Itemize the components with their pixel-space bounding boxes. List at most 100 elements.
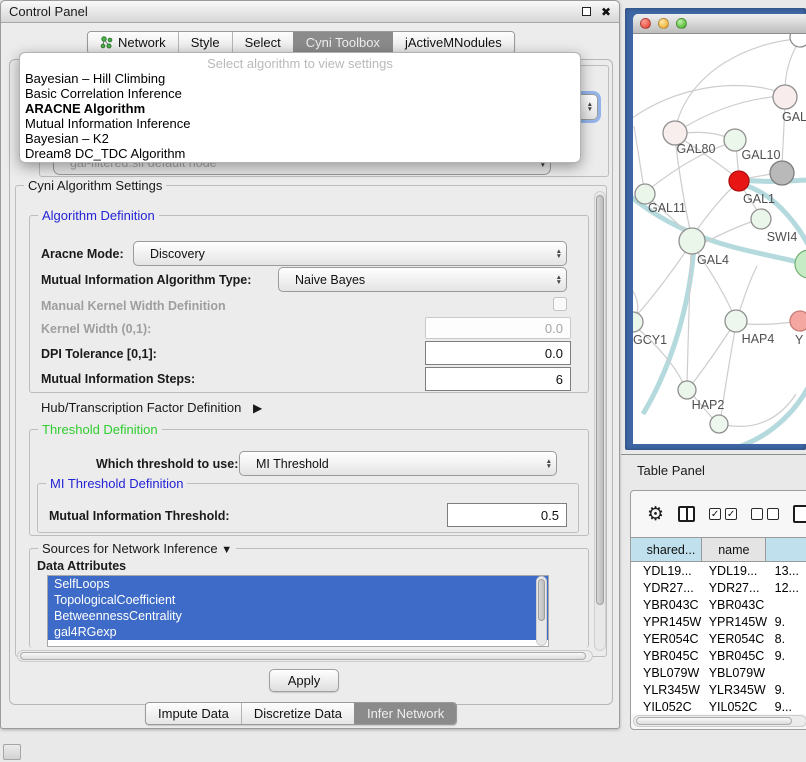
network-edge[interactable] xyxy=(725,394,796,426)
network-node[interactable] xyxy=(790,34,806,47)
table-horizontal-scrollbar[interactable] xyxy=(633,715,806,727)
tab-impute-data[interactable]: Impute Data xyxy=(146,703,241,724)
attribute-list-item[interactable]: gal4RGexp xyxy=(48,624,548,640)
network-node-hap4[interactable] xyxy=(725,310,747,332)
table-row[interactable]: YLR345WYLR345W9. xyxy=(631,681,806,698)
tab-infer-network[interactable]: Infer Network xyxy=(354,703,456,724)
network-edge[interactable] xyxy=(745,322,792,324)
network-edge[interactable] xyxy=(739,266,757,313)
table-row[interactable]: YBL079WYBL079W xyxy=(631,664,806,681)
network-edge[interactable] xyxy=(636,248,688,316)
cyni-settings-title: Cyni Algorithm Settings xyxy=(24,178,166,193)
attribute-list-item[interactable]: SelfLoops xyxy=(48,576,548,592)
network-node-gal1[interactable] xyxy=(729,171,749,191)
attribute-list-item[interactable]: BetweennessCentrality xyxy=(48,608,548,624)
zoom-traffic-light-icon[interactable] xyxy=(676,18,687,29)
dpi-tolerance-field[interactable]: 0.0 xyxy=(425,341,571,365)
network-node-gcy1[interactable] xyxy=(633,312,643,332)
network-edge[interactable] xyxy=(694,186,734,234)
table-row[interactable]: YPR145WYPR145W9. xyxy=(631,613,806,630)
data-attributes-list[interactable]: SelfLoopsTopologicalCoefficientBetweenne… xyxy=(47,575,549,647)
hub-definition-expander[interactable]: Hub/Transcription Factor Definition ▶ xyxy=(41,400,262,415)
tab-cyni-toolbox[interactable]: Cyni Toolbox xyxy=(293,32,392,53)
table-row[interactable]: YIL052CYIL052C9... xyxy=(631,698,806,714)
apply-button[interactable]: Apply xyxy=(269,669,339,692)
network-node-hap2[interactable] xyxy=(678,381,696,399)
network-edge[interactable] xyxy=(633,85,779,122)
network-node-gal4[interactable] xyxy=(679,228,705,254)
aracne-mode-combobox[interactable]: Discovery ▲▼ xyxy=(133,241,567,266)
mi-threshold-field[interactable]: 0.5 xyxy=(447,503,567,527)
checked-checkbox-icon[interactable]: ✓ xyxy=(725,508,737,520)
split-view-icon[interactable] xyxy=(678,506,695,522)
network-node-label: GAL10 xyxy=(742,148,781,162)
page-icon[interactable] xyxy=(793,505,806,523)
algorithm-option[interactable]: Mutual Information Inference xyxy=(20,116,580,131)
unchecked-checkbox-icon[interactable] xyxy=(751,508,763,520)
tab-select[interactable]: Select xyxy=(232,32,293,53)
table-row[interactable]: YBR043CYBR043C xyxy=(631,596,806,613)
settings-scrollbar-thumb[interactable] xyxy=(596,195,604,605)
gear-icon[interactable]: ⚙ xyxy=(647,503,664,526)
minimize-traffic-light-icon[interactable] xyxy=(658,18,669,29)
table-row[interactable]: YDR27...YDR27...12... xyxy=(631,579,806,596)
tab-network[interactable]: Network xyxy=(88,32,178,53)
close-traffic-light-icon[interactable] xyxy=(640,18,651,29)
collapse-arrow-icon[interactable]: ▼ xyxy=(221,544,232,556)
float-window-icon[interactable] xyxy=(582,7,591,16)
control-panel-titlebar[interactable]: Control Panel ✖ xyxy=(1,1,619,23)
network-node-label: SWI4 xyxy=(767,230,798,244)
close-icon[interactable]: ✖ xyxy=(601,7,611,17)
attribute-list-item[interactable]: TopologicalCoefficient xyxy=(48,592,548,608)
mi-threshold-label: Mutual Information Threshold: xyxy=(49,509,230,523)
combo-stepper-icon: ▲▼ xyxy=(556,249,562,259)
column-header[interactable] xyxy=(766,538,806,561)
network-window-titlebar[interactable] xyxy=(633,14,806,34)
table-body: YDL19...YDL19...13...YDR27...YDR27...12.… xyxy=(631,562,806,714)
algorithm-option[interactable]: Basic Correlation Inference xyxy=(20,86,580,101)
table-row[interactable]: YBR045CYBR045C9. xyxy=(631,647,806,664)
network-node[interactable] xyxy=(795,250,806,278)
table-cell: 13... xyxy=(767,562,806,579)
network-edge[interactable] xyxy=(678,96,782,131)
algorithm-option[interactable]: Dream8 DC_TDC Algorithm xyxy=(20,146,580,161)
column-header[interactable]: name xyxy=(702,538,766,561)
network-node[interactable] xyxy=(710,415,728,433)
which-threshold-combobox[interactable]: MI Threshold ▲▼ xyxy=(239,451,557,476)
network-canvas[interactable]: GALGAL80GAL10GAL1SWI4GAL11GAL4GCY1HAP4YH… xyxy=(633,34,806,444)
tab-discretize-data[interactable]: Discretize Data xyxy=(241,703,354,724)
network-node-gal[interactable] xyxy=(773,85,797,109)
mi-type-combobox[interactable]: Naive Bayes ▲▼ xyxy=(278,267,567,292)
network-edge[interactable] xyxy=(700,221,754,245)
attributes-scrollbar-thumb[interactable] xyxy=(538,579,545,621)
network-node-swi4[interactable] xyxy=(751,209,771,229)
table-row[interactable]: YDL19...YDL19...13... xyxy=(631,562,806,579)
tab-jactivemnodules[interactable]: jActiveMNodules xyxy=(392,32,514,53)
attributes-vertical-scrollbar[interactable] xyxy=(536,576,547,646)
network-edge[interactable] xyxy=(634,126,644,189)
network-node[interactable] xyxy=(770,161,794,185)
network-edge[interactable] xyxy=(692,327,732,384)
table-hscrollbar-thumb[interactable] xyxy=(636,717,792,725)
unchecked-checkbox-icon[interactable] xyxy=(767,508,779,520)
network-edge[interactable] xyxy=(785,43,798,91)
kernel-width-field[interactable]: 0.0 xyxy=(425,317,571,339)
algorithm-option[interactable]: ARACNE Algorithm xyxy=(20,101,580,116)
resize-grip[interactable] xyxy=(3,744,21,760)
tab-style[interactable]: Style xyxy=(178,32,232,53)
manual-kernel-checkbox[interactable] xyxy=(553,297,567,311)
mi-steps-field[interactable]: 6 xyxy=(425,367,571,391)
algorithm-option[interactable]: Bayesian – K2 xyxy=(20,131,580,146)
column-header[interactable]: shared... xyxy=(631,538,702,561)
panel-divider[interactable] xyxy=(621,454,806,455)
settings-hscrollbar-thumb[interactable] xyxy=(20,652,586,660)
table-cell: 8. xyxy=(767,630,806,647)
checked-checkbox-icon[interactable]: ✓ xyxy=(709,508,721,520)
network-edge[interactable] xyxy=(675,39,798,130)
settings-horizontal-scrollbar[interactable] xyxy=(17,650,593,662)
algorithm-option[interactable]: Bayesian – Hill Climbing xyxy=(20,71,580,86)
control-panel-title: Control Panel xyxy=(9,4,582,19)
settings-vertical-scrollbar[interactable] xyxy=(594,191,606,651)
table-row[interactable]: YER054CYER054C8. xyxy=(631,630,806,647)
network-node-y[interactable] xyxy=(790,311,806,331)
